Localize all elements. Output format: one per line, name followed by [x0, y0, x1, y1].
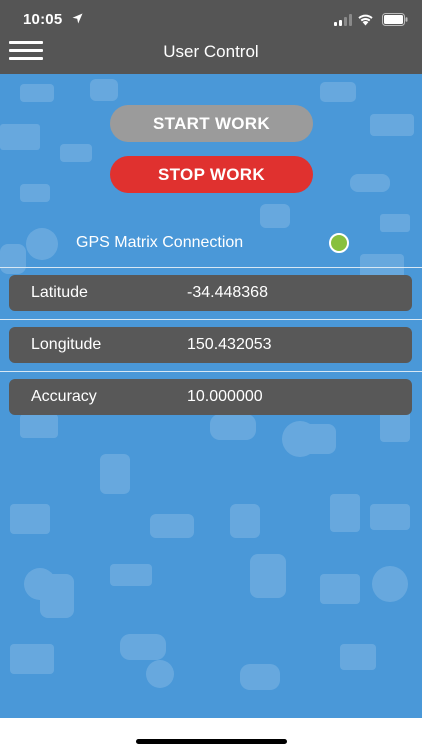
stop-work-button[interactable]: STOP WORK	[110, 156, 313, 193]
latitude-value: -34.448368	[187, 284, 268, 301]
divider	[0, 371, 422, 372]
longitude-value: 150.432053	[187, 336, 272, 353]
page-title: User Control	[163, 42, 259, 61]
cellular-signal-icon	[334, 14, 352, 26]
latitude-label: Latitude	[31, 284, 88, 301]
gps-connection-label: GPS Matrix Connection	[76, 234, 244, 251]
location-arrow-icon	[72, 13, 83, 24]
home-indicator[interactable]	[136, 739, 287, 744]
gps-status-indicator	[329, 233, 349, 253]
status-time: 10:05	[23, 11, 63, 28]
nav-bar: User Control	[0, 40, 422, 74]
status-bar: 10:05	[0, 0, 422, 40]
accuracy-label: Accuracy	[31, 388, 97, 405]
latitude-row: Latitude -34.448368	[9, 275, 412, 311]
longitude-row: Longitude 150.432053	[9, 327, 412, 363]
home-indicator-area	[0, 718, 422, 750]
battery-icon	[382, 13, 408, 26]
accuracy-value: 10.000000	[187, 388, 263, 405]
main-content: START WORK STOP WORK GPS Matrix Connecti…	[0, 74, 422, 718]
accuracy-row: Accuracy 10.000000	[9, 379, 412, 415]
start-work-button[interactable]: START WORK	[110, 105, 313, 142]
longitude-label: Longitude	[31, 336, 102, 353]
wifi-icon	[358, 14, 373, 26]
gps-connection-row: GPS Matrix Connection	[0, 228, 422, 260]
divider	[0, 267, 422, 268]
divider	[0, 319, 422, 320]
